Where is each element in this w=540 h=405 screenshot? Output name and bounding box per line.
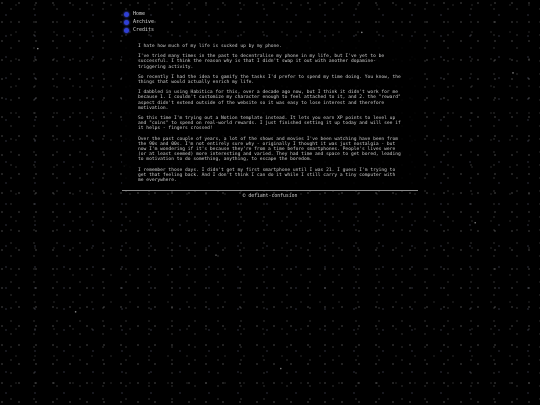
post-paragraph: I dabbled in using Habitica for this, ov… (138, 90, 401, 111)
nav-item-label[interactable]: Credits (133, 26, 154, 34)
bullet-icon (124, 19, 129, 25)
post-paragraph: Over the past couple of years, a lot of … (138, 136, 401, 163)
nav-item-label[interactable]: Home (133, 10, 145, 18)
nav-item-archive[interactable]: Archive (122, 18, 418, 26)
bullet-icon (124, 27, 129, 33)
footer-credit: © defiant-confusion (242, 194, 298, 199)
post-content: I hate how much of my life is sucked up … (122, 38, 418, 188)
post-paragraph: I hate how much of my life is sucked up … (138, 44, 282, 49)
nav-item-credits[interactable]: Credits (122, 26, 418, 34)
post-paragraph: I remember those days. I didn't get my f… (138, 167, 396, 184)
post-paragraph: I've tried many times in the past to dec… (138, 54, 385, 70)
nav-item-home[interactable]: Home (122, 10, 418, 18)
nav-item-label[interactable]: Archive (133, 18, 154, 26)
post-paragraph: So recently I had the idea to gamify the… (138, 74, 401, 86)
footer-divider (122, 190, 418, 191)
post-paragraph: So this time I'm trying out a Notion tem… (138, 116, 401, 132)
main-nav: Home Archive Credits (122, 10, 418, 34)
bullet-icon (124, 11, 129, 17)
page-container: Home Archive Credits I hate how much of … (122, 10, 418, 199)
